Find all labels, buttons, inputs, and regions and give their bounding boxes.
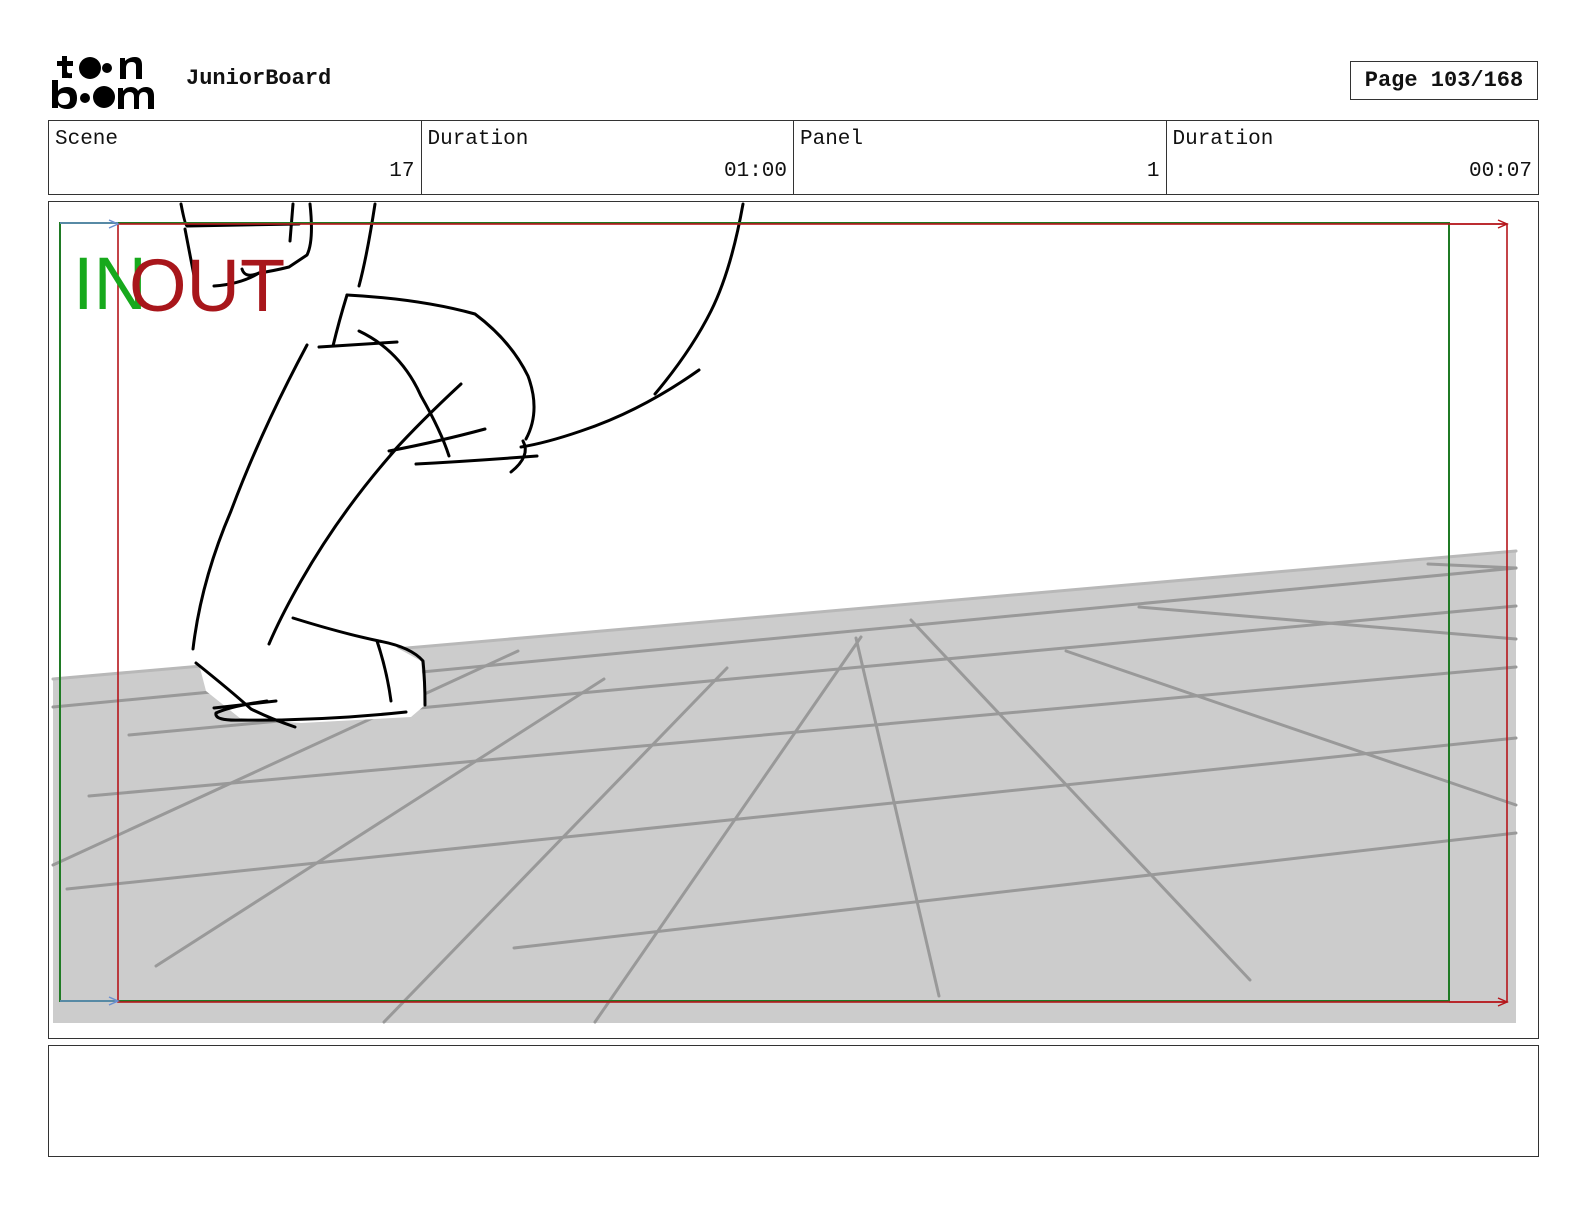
panel-duration-cell: Duration 00:07 bbox=[1167, 121, 1539, 194]
storyboard-panel: IN OUT bbox=[48, 201, 1539, 1039]
scene-duration-value: 01:00 bbox=[723, 160, 787, 183]
panel-label: Panel bbox=[800, 128, 864, 151]
app-name: JuniorBoard bbox=[186, 66, 332, 91]
panel-cell: Panel 1 bbox=[794, 121, 1167, 194]
page-indicator: Page 103/168 bbox=[1350, 61, 1538, 100]
scene-info-row: Scene 17 Duration 01:00 Panel 1 Duration… bbox=[48, 120, 1539, 195]
panel-drawing: IN OUT bbox=[51, 202, 1518, 1024]
scene-value: 17 bbox=[389, 160, 415, 183]
toonboom-logo: toon boom bbox=[52, 52, 164, 110]
out-marker: OUT bbox=[129, 244, 285, 327]
scene-cell: Scene 17 bbox=[49, 121, 422, 194]
scene-duration-label: Duration bbox=[427, 128, 529, 151]
panel-duration-value: 00:07 bbox=[1468, 160, 1532, 183]
panel-notes[interactable] bbox=[48, 1045, 1539, 1157]
panel-duration-label: Duration bbox=[1172, 128, 1274, 151]
scene-duration-cell: Duration 01:00 bbox=[422, 121, 794, 194]
toonboom-logo-mark bbox=[52, 56, 154, 109]
panel-value: 1 bbox=[1146, 160, 1160, 183]
scene-label: Scene bbox=[55, 128, 119, 151]
